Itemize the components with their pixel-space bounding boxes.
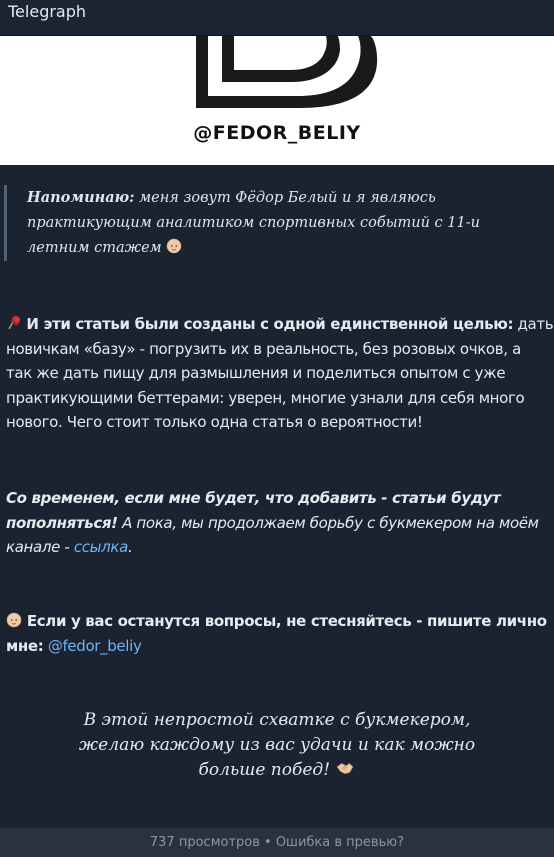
view-count: 737 просмотров [149, 835, 260, 850]
face-emoji-icon [166, 238, 182, 254]
author-mention-link[interactable]: @fedor_beliy [48, 637, 142, 655]
closing-line1: В этой непростой схватке с букмекером, [83, 710, 471, 730]
footer-separator: • [259, 835, 276, 850]
quote-line2: практикующим аналитиком спортивных событ… [27, 215, 480, 231]
updates-line2: А пока, мы продолжаем борьбу с букмекеро… [117, 513, 539, 532]
quote-line3: летним стажем [27, 240, 162, 256]
contact-bold-line1: Если у вас останутся вопросы, не стесняй… [22, 612, 547, 630]
report-preview-error-link[interactable]: Ошибка в превью? [276, 835, 404, 850]
article-body: Напоминаю: меня зовут Фёдор Белый и я яв… [0, 165, 554, 828]
window-title: Telegraph [8, 2, 87, 21]
pushpin-icon [8, 316, 20, 330]
updates-bold-line2: пополняться! [6, 513, 118, 532]
paragraph-updates: Со временем, если мне будет, что добавит… [6, 486, 554, 560]
footer-bar: 737 просмотров • Ошибка в превью? [0, 828, 554, 857]
purpose-line2: новичкам «базу» - погрузить их в реально… [6, 339, 521, 358]
purpose-bold: И эти статьи были созданы с одной единст… [26, 315, 514, 333]
banner-logo-graphic [196, 36, 378, 108]
article-banner-image: @FEDOR_BELIY [0, 36, 554, 165]
intro-blockquote: Напоминаю: меня зовут Фёдор Белый и я яв… [4, 185, 534, 261]
handshake-icon [337, 763, 354, 774]
face-emoji-icon [6, 612, 22, 628]
closing-line3: больше побед! [198, 760, 331, 780]
purpose-line5: нового. Чего стоит только одна статья о … [6, 413, 423, 431]
channel-link[interactable]: ссылка [74, 538, 128, 556]
purpose-line1: дать [513, 315, 554, 333]
paragraph-purpose: И эти статьи были созданы с одной единст… [6, 312, 554, 435]
closing-wish: В этой непростой схватке с букмекером, ж… [0, 708, 554, 783]
updates-tail: . [127, 538, 133, 556]
updates-line3: канале - [6, 538, 74, 556]
closing-line2: желаю каждому из вас удачи и как можно [78, 735, 476, 755]
quote-line1: меня зовут Фёдор Белый и я являюсь [134, 190, 436, 206]
paragraph-contact: Если у вас останутся вопросы, не стесняй… [6, 609, 554, 658]
purpose-line3: так же дать пищу для размышления и подел… [6, 364, 506, 382]
quote-lead: Напоминаю: [27, 189, 135, 206]
banner-handle-text: @FEDOR_BELIY [193, 122, 361, 144]
window-titlebar: Telegraph [0, 0, 554, 36]
updates-bold-line1: Со временем, если мне будет, что добавит… [6, 489, 501, 507]
purpose-line4: практикующими беттерами: уверен, многие … [6, 388, 525, 407]
contact-bold-line2: мне: [6, 636, 44, 655]
